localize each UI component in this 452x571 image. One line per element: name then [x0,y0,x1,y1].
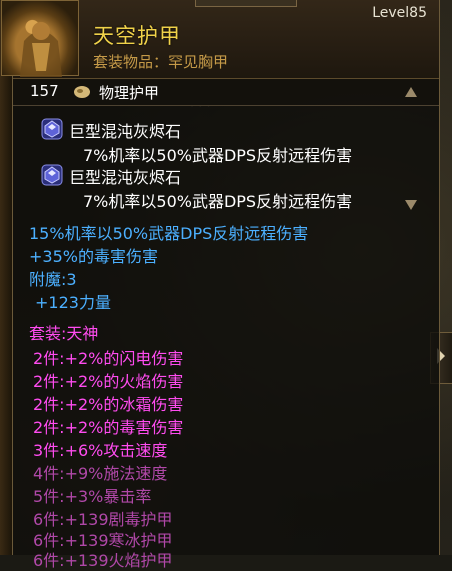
set-bonus: 2件:+2%的闪电伤害 [33,349,184,368]
set-bonus: 4件:+9%施法速度 [33,464,168,483]
set-bonus: 2件:+2%的冰霜伤害 [33,395,184,414]
scroll-down-icon[interactable] [405,200,417,210]
set-bonus: 6件:+139火焰护甲 [33,551,173,570]
gem-socket: 巨型混沌灰烬石 7%机率以50%武器DPS反射远程伤害 [13,118,439,168]
gem-icon [41,118,63,140]
fist-icon [74,86,90,98]
enchant-value: +123力量 [35,293,111,312]
armor-row: 157 物理护甲 [13,79,439,106]
item-tooltip: 天空护甲 套装物品：罕见胸甲 Level85 157 物理护甲 巨型混沌灰烬石 … [1,0,440,570]
set-bonus: 2件:+2%的火焰伤害 [33,372,184,391]
gem-name: 巨型混沌灰烬石 [69,122,182,141]
property-line: +35%的毒害伤害 [29,247,158,266]
enchant-label: 附魔:3 [29,270,77,289]
gem-socket: 巨型混沌灰烬石 7%机率以50%武器DPS反射远程伤害 [13,164,439,214]
item-level: Level85 [372,5,427,21]
set-bonus: 3件:+6%攻击速度 [33,441,168,460]
armor-value: 157 [30,82,59,100]
tooltip-header: 天空护甲 套装物品：罕见胸甲 Level85 [1,0,439,79]
gem-icon [41,164,63,186]
item-type: 套装物品：罕见胸甲 [93,53,229,71]
gem-effect: 7%机率以50%武器DPS反射远程伤害 [83,192,353,211]
scroll-up-icon[interactable] [405,87,417,97]
gem-name: 巨型混沌灰烬石 [69,168,182,187]
property-line: 15%机率以50%武器DPS反射远程伤害 [29,224,309,243]
item-name: 天空护甲 [93,24,181,48]
item-portrait [1,0,79,77]
gem-effect: 7%机率以50%武器DPS反射远程伤害 [83,146,353,165]
armor-label: 物理护甲 [99,84,160,102]
set-bonus: 2件:+2%的毒害伤害 [33,418,184,437]
set-title: 套装:天神 [29,324,99,343]
header-tab [195,0,297,7]
set-bonus: 5件:+3%暴击率 [33,487,152,506]
